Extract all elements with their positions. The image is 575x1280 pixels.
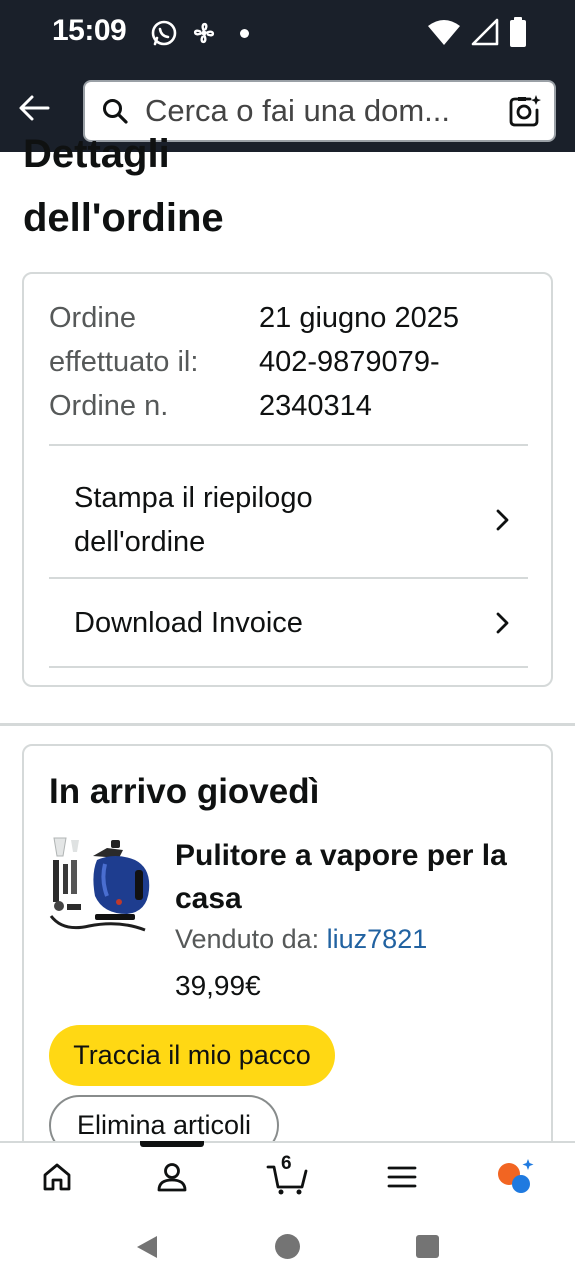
order-number-label: Ordine n. xyxy=(49,390,169,422)
nav-rufus[interactable] xyxy=(495,1157,539,1197)
order-date-label-2: effettuato il: xyxy=(49,346,199,378)
active-tab-indicator xyxy=(140,1141,204,1147)
divider xyxy=(49,577,528,579)
android-nav-bar xyxy=(0,1211,575,1280)
nav-menu[interactable] xyxy=(380,1157,424,1197)
search-icon xyxy=(101,96,131,126)
order-date-value: 21 giugno 2025 xyxy=(259,302,459,334)
seller-line: Venduto da: liuz7821 xyxy=(175,924,427,955)
shipment-card: In arrivo giovedì Pulitore a vapore per … xyxy=(22,744,553,1164)
product-price: 39,99€ xyxy=(175,970,261,1001)
print-summary-label-2: dell'ordine xyxy=(74,526,206,558)
back-button[interactable] xyxy=(14,90,54,126)
nav-home[interactable] xyxy=(35,1157,79,1197)
cart-count-badge: 6 xyxy=(281,1153,292,1174)
page-title: dell'ordine xyxy=(23,196,224,240)
nav-cart[interactable]: 6 xyxy=(264,1153,312,1197)
order-number-value-1: 402-9879079- xyxy=(259,346,440,378)
seller-link[interactable]: liuz7821 xyxy=(327,924,428,954)
pinwheel-icon xyxy=(193,22,215,44)
hamburger-menu-icon xyxy=(387,1166,417,1188)
battery-icon xyxy=(510,17,526,47)
system-home-icon[interactable] xyxy=(275,1234,300,1259)
status-system-icons xyxy=(427,17,527,47)
nav-account[interactable] xyxy=(150,1157,194,1197)
page-title-line1: Dettagli xyxy=(23,132,170,176)
bottom-nav: 6 xyxy=(0,1141,575,1211)
print-summary-label: Stampa il riepilogo xyxy=(74,482,313,514)
divider xyxy=(49,444,528,446)
sold-by-label: Venduto da: xyxy=(175,924,320,954)
notification-dot-icon xyxy=(240,28,249,38)
search-placeholder: Cerca o fai una dom... xyxy=(145,93,450,128)
download-invoice-link[interactable]: Download Invoice xyxy=(49,580,528,666)
chevron-right-icon xyxy=(496,612,509,634)
section-separator xyxy=(0,723,575,726)
order-date-label: Ordine xyxy=(49,302,137,334)
order-info-card: Ordine effettuato il: Ordine n. 21 giugn… xyxy=(22,272,553,687)
rufus-assistant-icon xyxy=(498,1159,534,1193)
product-title[interactable]: Pulitore a vapore per la casa xyxy=(175,834,535,920)
status-notification-icons xyxy=(150,19,249,47)
arrow-left-icon xyxy=(19,95,50,121)
download-invoice-label: Download Invoice xyxy=(74,607,303,639)
person-icon xyxy=(157,1163,187,1192)
arrival-heading: In arrivo giovedì xyxy=(49,772,320,811)
wifi-icon xyxy=(428,20,460,45)
home-icon xyxy=(43,1163,71,1191)
status-time: 15:09 xyxy=(52,14,127,47)
divider xyxy=(49,666,528,668)
camera-lens-icon[interactable] xyxy=(508,94,542,128)
whatsapp-icon xyxy=(151,20,177,46)
print-summary-link[interactable]: Stampa il riepilogo dell'ordine xyxy=(49,464,528,576)
system-recents-icon[interactable] xyxy=(416,1235,439,1258)
signal-icon xyxy=(471,18,499,46)
product-image[interactable] xyxy=(49,834,153,942)
chevron-right-icon xyxy=(496,509,509,531)
track-package-button[interactable]: Traccia il mio pacco xyxy=(49,1025,335,1086)
order-number-value-2: 2340314 xyxy=(259,390,372,422)
system-back-icon[interactable] xyxy=(135,1234,159,1260)
